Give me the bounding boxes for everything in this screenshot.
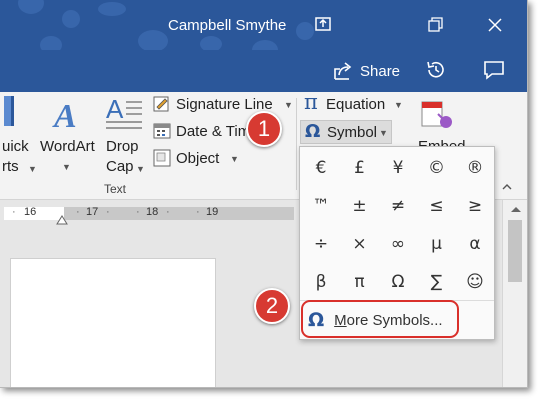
equation-label: Equation	[326, 96, 386, 113]
share-bar: Share	[0, 50, 527, 92]
ruler-label-18: 18	[146, 206, 159, 218]
document-page[interactable]	[10, 258, 216, 387]
group-divider	[296, 98, 297, 190]
ruler-tick: ·	[76, 206, 80, 218]
share-label: Share	[360, 62, 401, 80]
symbol-button[interactable]: Ω Symbol ▼	[300, 120, 392, 144]
quick-parts-label-line1: uick	[2, 138, 29, 155]
symbol-cell[interactable]: ®	[456, 149, 494, 187]
chevron-down-icon: ▼	[230, 154, 239, 164]
symbol-cell[interactable]: ≤	[418, 187, 456, 225]
pi-icon: π	[304, 90, 318, 114]
symbol-cell[interactable]: ∑	[418, 263, 456, 301]
symbol-cell[interactable]: Ω	[379, 263, 417, 301]
chevron-down-icon: ▼	[136, 164, 145, 174]
chevron-down-icon: ▼	[62, 162, 71, 172]
symbol-cell[interactable]: ≥	[456, 187, 494, 225]
symbol-cell[interactable]: α	[456, 225, 494, 263]
activity-history-button[interactable]	[424, 58, 448, 87]
symbol-cell[interactable]: β	[302, 263, 340, 301]
omega-icon: Ω	[305, 121, 321, 142]
share-icon	[334, 62, 352, 80]
ruler-label-16: 16	[24, 206, 37, 218]
restore-icon	[428, 17, 443, 32]
chevron-down-icon: ▼	[379, 128, 388, 138]
svg-text:A: A	[106, 94, 124, 124]
ribbon-display-options-button[interactable]	[308, 10, 338, 40]
drop-cap-label-line2: Cap	[106, 158, 134, 175]
ruler-tick: ·	[136, 206, 140, 218]
drop-cap-icon: A	[106, 94, 142, 129]
ruler-label-19: 19	[206, 206, 219, 218]
ruler-tick: ·	[196, 206, 200, 218]
chevron-down-icon: ▼	[284, 100, 293, 110]
close-button[interactable]	[480, 10, 510, 40]
symbol-cell[interactable]: µ	[418, 225, 456, 263]
chevron-down-icon: ▼	[28, 164, 37, 174]
signature-line-label: Signature Line	[176, 96, 273, 113]
collapse-ribbon-icon[interactable]	[500, 180, 514, 194]
quick-parts-icon	[4, 96, 14, 126]
object-label: Object	[176, 150, 220, 167]
wordart-icon: A	[52, 98, 77, 134]
restore-button[interactable]	[420, 10, 450, 40]
symbol-cell[interactable]: ∞	[379, 225, 417, 263]
step-callout-2: 2	[254, 288, 290, 324]
indent-marker-icon[interactable]	[56, 214, 68, 226]
group-label-text: Text	[104, 182, 127, 196]
ribbon-display-icon	[315, 17, 331, 31]
scrollbar-thumb[interactable]	[508, 220, 522, 282]
symbol-cell[interactable]: ©	[418, 149, 456, 187]
svg-text:A: A	[52, 98, 77, 134]
symbol-cell[interactable]: π	[341, 263, 379, 301]
symbol-cell[interactable]: ×	[341, 225, 379, 263]
embed-icon	[421, 101, 452, 128]
ruler-tick: ·	[166, 206, 170, 218]
symbol-cell[interactable]: ™	[302, 187, 340, 225]
highlight-ring	[301, 300, 459, 338]
comment-icon	[484, 61, 504, 80]
title-bar: Campbell Smythe	[0, 0, 527, 60]
history-icon	[427, 61, 444, 78]
comments-button[interactable]	[482, 58, 506, 87]
symbol-cell[interactable]: €	[302, 149, 340, 187]
symbol-cell[interactable]: ¥	[379, 149, 417, 187]
word-window: Campbell Smythe Share uick rts ▼ A WordA…	[0, 0, 528, 388]
vertical-scrollbar[interactable]	[502, 200, 527, 387]
scroll-up-icon[interactable]	[510, 204, 522, 214]
ruler-tick: ·	[106, 206, 110, 218]
ruler-tick: ·	[12, 206, 16, 218]
share-button[interactable]: Share	[332, 58, 400, 84]
symbol-cell[interactable]: ≠	[379, 187, 417, 225]
signature-line-icon	[153, 96, 169, 112]
calendar-icon	[153, 123, 171, 139]
drop-cap-label-line1: Drop	[106, 138, 139, 155]
chevron-down-icon: ▼	[394, 100, 403, 110]
symbol-label: Symbol	[327, 124, 378, 141]
object-icon	[153, 149, 171, 167]
wordart-label: WordArt	[40, 138, 95, 155]
user-name[interactable]: Campbell Smythe	[168, 17, 286, 34]
step-callout-1: 1	[246, 111, 282, 147]
symbol-cell[interactable]: ☺	[456, 263, 494, 301]
symbol-cell[interactable]: £	[341, 149, 379, 187]
quick-parts-label-line2: rts	[2, 158, 19, 175]
close-icon	[488, 18, 502, 32]
symbol-cell[interactable]: ±	[341, 187, 379, 225]
ruler-label-17: 17	[86, 206, 99, 218]
symbol-cell[interactable]: ÷	[302, 225, 340, 263]
